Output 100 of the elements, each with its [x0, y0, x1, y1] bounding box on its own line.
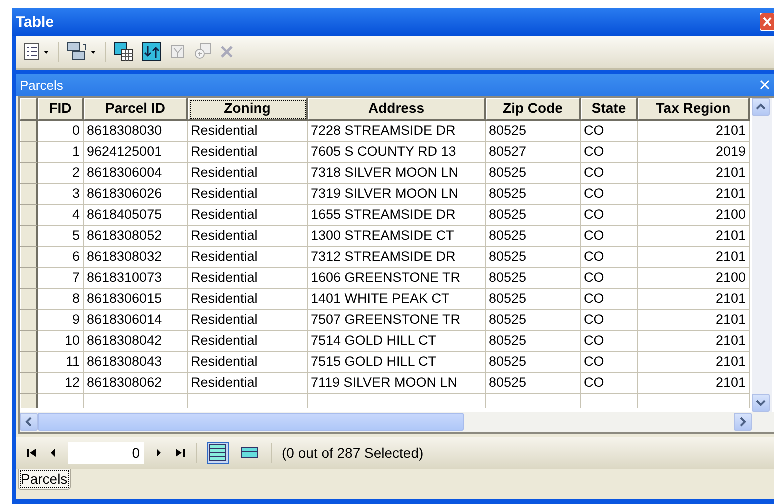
- select-by-attributes-icon[interactable]: [114, 42, 134, 62]
- row-selector[interactable]: [20, 163, 38, 184]
- table-cell: 8618308030: [84, 121, 188, 142]
- horizontal-scrollbar[interactable]: [20, 412, 774, 432]
- table-options-icon[interactable]: [24, 43, 50, 61]
- table-cell: 7514 GOLD HILL CT: [308, 331, 486, 352]
- scroll-up-button[interactable]: [752, 98, 770, 116]
- column-header[interactable]: Tax Region: [638, 98, 750, 121]
- row-selector[interactable]: [20, 247, 38, 268]
- vertical-scrollbar[interactable]: [752, 98, 772, 412]
- row-selector[interactable]: [20, 184, 38, 205]
- table-cell: 80525: [486, 205, 581, 226]
- table-cell: 2100: [638, 205, 750, 226]
- record-number-field[interactable]: 0: [68, 442, 144, 464]
- table-cell: 8: [38, 289, 84, 310]
- chevron-up-icon: [756, 103, 766, 111]
- chevron-right-icon: [739, 417, 747, 427]
- show-all-records-button[interactable]: [207, 442, 229, 464]
- table-cell: 5: [38, 226, 84, 247]
- table-cell: 7: [38, 268, 84, 289]
- zoom-to-selected-icon: [194, 43, 212, 61]
- row-selector[interactable]: [20, 331, 38, 352]
- scroll-right-button[interactable]: [734, 413, 752, 431]
- table-cell: CO: [581, 205, 638, 226]
- table-cell: 8618308042: [84, 331, 188, 352]
- table-cell: 80525: [486, 310, 581, 331]
- table-cell: CO: [581, 268, 638, 289]
- table-cell: CO: [581, 289, 638, 310]
- table-cell: 80525: [486, 184, 581, 205]
- table-cell: 1300 STREAMSIDE CT: [308, 226, 486, 247]
- table-cell: 8618308062: [84, 373, 188, 394]
- row-selector[interactable]: [20, 268, 38, 289]
- table-cell: 8618306004: [84, 163, 188, 184]
- switch-selection-icon[interactable]: [142, 42, 162, 62]
- table-cell: Residential: [188, 373, 308, 394]
- row-selector[interactable]: [20, 394, 38, 408]
- table-cell: Residential: [188, 184, 308, 205]
- row-selector[interactable]: [20, 142, 38, 163]
- table-title: Parcels: [20, 78, 64, 92]
- column-header[interactable]: Zip Code: [486, 98, 581, 121]
- row-selector[interactable]: [20, 310, 38, 331]
- row-selector[interactable]: [20, 352, 38, 373]
- table-cell: 1: [38, 142, 84, 163]
- table-cell: 12: [38, 373, 84, 394]
- row-selector-header: [20, 98, 38, 121]
- first-record-icon[interactable]: [26, 448, 38, 458]
- scroll-left-button[interactable]: [20, 413, 38, 431]
- table-cell: Residential: [188, 247, 308, 268]
- table-cell: 9: [38, 310, 84, 331]
- column-header[interactable]: State: [581, 98, 638, 121]
- table-cell: 2101: [638, 247, 750, 268]
- table-cell: 3: [38, 184, 84, 205]
- table-cell: 8618310073: [84, 268, 188, 289]
- row-selector[interactable]: [20, 226, 38, 247]
- close-icon[interactable]: [760, 80, 770, 90]
- column-header[interactable]: Address: [308, 98, 486, 121]
- table-tab[interactable]: Parcels: [18, 469, 71, 490]
- table-cell: Residential: [188, 142, 308, 163]
- table-cell: 80525: [486, 352, 581, 373]
- related-tables-icon[interactable]: [67, 42, 97, 62]
- table-cell: 8618308052: [84, 226, 188, 247]
- table-cell: CO: [581, 373, 638, 394]
- table-cell: 80527: [486, 142, 581, 163]
- table-cell: Residential: [188, 331, 308, 352]
- table-cell: CO: [581, 310, 638, 331]
- table-cell: 7515 GOLD HILL CT: [308, 352, 486, 373]
- table-cell: Residential: [188, 121, 308, 142]
- table-cell: 1655 STREAMSIDE DR: [308, 205, 486, 226]
- table-cell: 80525: [486, 247, 581, 268]
- row-selector[interactable]: [20, 289, 38, 310]
- table-cell: 8618306026: [84, 184, 188, 205]
- table-cell: 8618308043: [84, 352, 188, 373]
- table-cell: CO: [581, 142, 638, 163]
- table-cell: 80525: [486, 226, 581, 247]
- table-cell: Residential: [188, 226, 308, 247]
- table-cell: Residential: [188, 268, 308, 289]
- column-header[interactable]: Zoning: [188, 98, 308, 121]
- table-cell: 1401 WHITE PEAK CT: [308, 289, 486, 310]
- scrollbar-thumb[interactable]: [38, 413, 464, 431]
- window-title: Table: [16, 14, 54, 30]
- scroll-down-button[interactable]: [752, 394, 770, 412]
- table-cell: 6: [38, 247, 84, 268]
- row-selector[interactable]: [20, 121, 38, 142]
- table-cell: 7605 S COUNTY RD 13: [308, 142, 486, 163]
- column-header[interactable]: Parcel ID: [84, 98, 188, 121]
- table-cell: CO: [581, 163, 638, 184]
- show-selected-records-button[interactable]: [239, 445, 261, 461]
- row-selector[interactable]: [20, 373, 38, 394]
- table-cell: 2101: [638, 310, 750, 331]
- table-cell: Residential: [188, 163, 308, 184]
- row-selector[interactable]: [20, 205, 38, 226]
- column-header[interactable]: FID: [38, 98, 84, 121]
- selection-count: (0 out of 287 Selected): [282, 445, 424, 461]
- chevron-left-icon: [25, 417, 33, 427]
- table-cell: 7507 GREENSTONE TR: [308, 310, 486, 331]
- last-record-icon[interactable]: [174, 448, 186, 458]
- close-icon[interactable]: [760, 13, 774, 31]
- next-record-icon[interactable]: [154, 448, 164, 458]
- table-cell: 2101: [638, 226, 750, 247]
- table-cell: Residential: [188, 289, 308, 310]
